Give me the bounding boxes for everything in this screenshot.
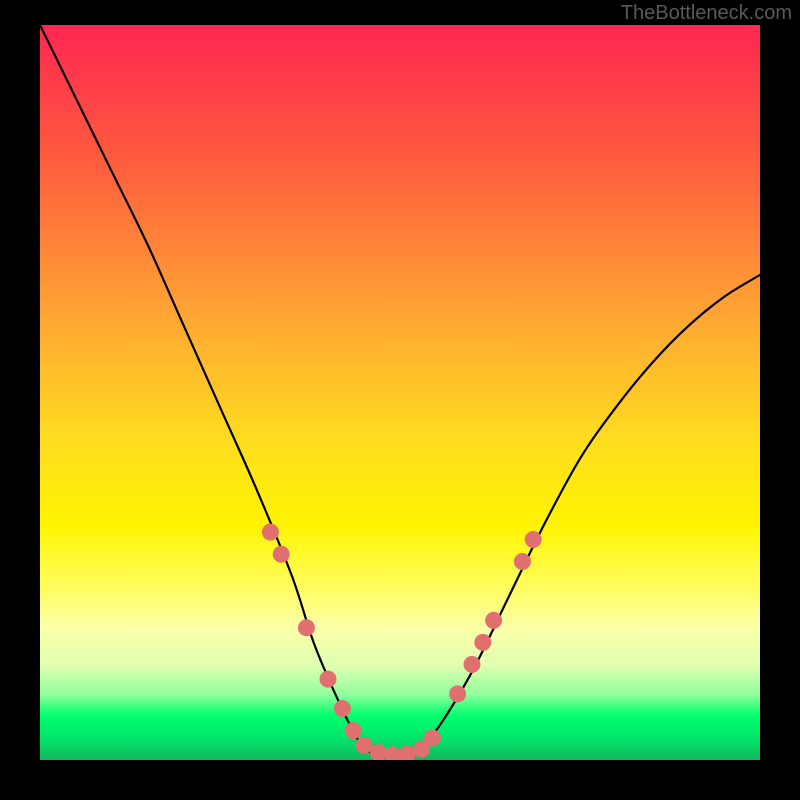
curve-marker bbox=[273, 546, 290, 563]
plot-area bbox=[40, 25, 760, 760]
curve-marker bbox=[356, 737, 373, 754]
curve-marker bbox=[384, 746, 401, 760]
curve-marker bbox=[514, 553, 531, 570]
curve-marker bbox=[320, 671, 337, 688]
curve-marker bbox=[262, 524, 279, 541]
curve-marker bbox=[474, 634, 491, 651]
curve-svg bbox=[40, 25, 760, 760]
curve-marker bbox=[449, 685, 466, 702]
marker-group bbox=[262, 524, 542, 760]
curve-marker bbox=[399, 746, 416, 760]
curve-marker bbox=[464, 656, 481, 673]
curve-marker bbox=[298, 619, 315, 636]
curve-marker bbox=[424, 729, 441, 746]
curve-marker bbox=[345, 722, 362, 739]
curve-marker bbox=[370, 744, 387, 760]
bottleneck-curve-path bbox=[40, 25, 760, 756]
curve-marker bbox=[334, 700, 351, 717]
chart-frame: TheBottleneck.com bbox=[0, 0, 800, 800]
curve-marker bbox=[485, 612, 502, 629]
curve-marker bbox=[525, 531, 542, 548]
watermark-label: TheBottleneck.com bbox=[621, 2, 792, 25]
